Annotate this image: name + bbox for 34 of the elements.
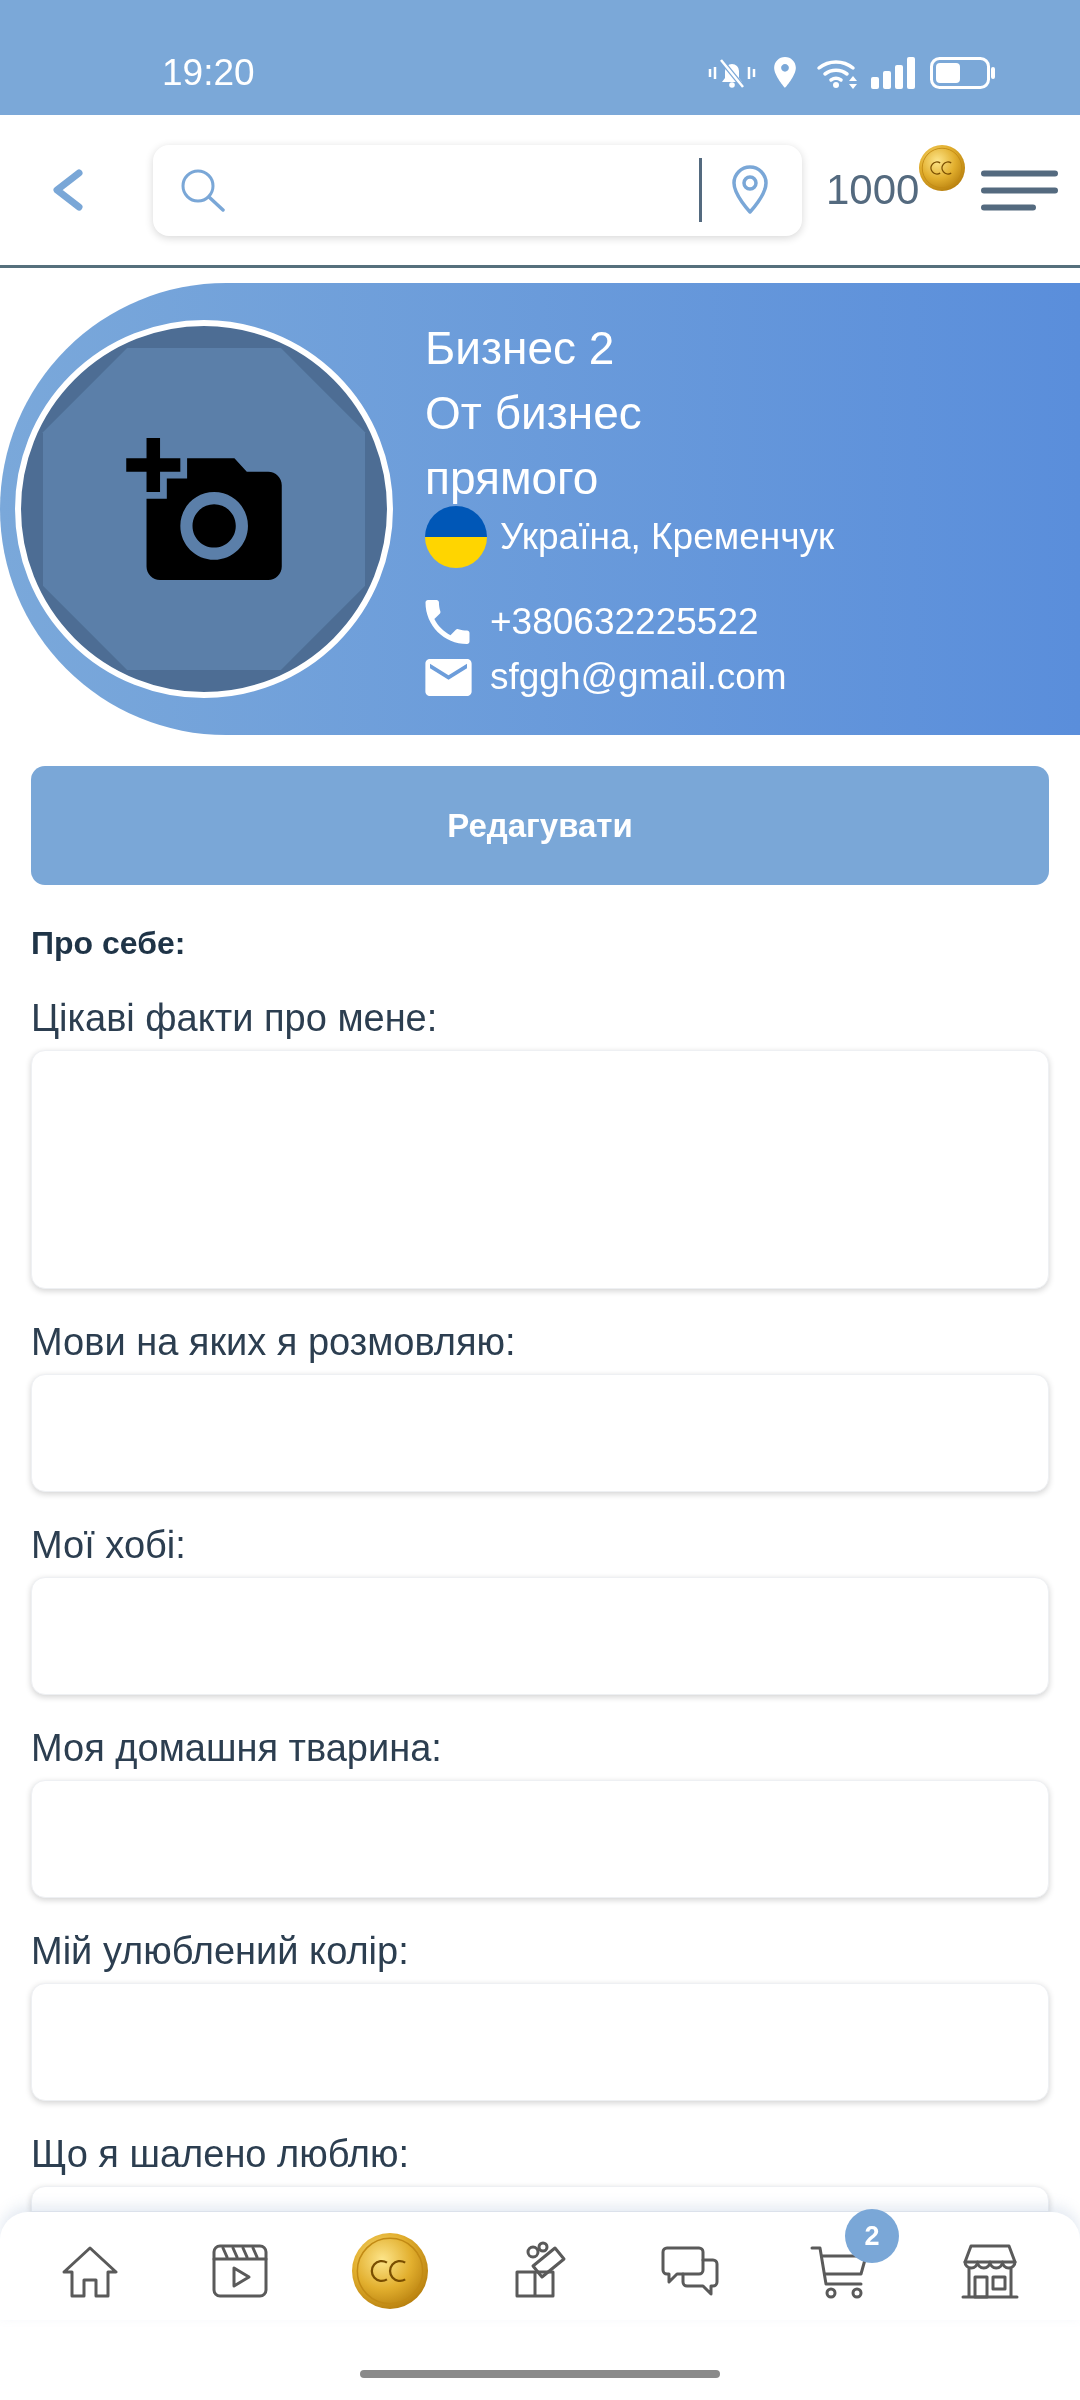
input-field[interactable]: [31, 1780, 1049, 1898]
edit-button[interactable]: Редагувати: [31, 766, 1049, 885]
business-name: Бизнес 2: [425, 321, 615, 376]
location-icon: [774, 57, 796, 88]
input-field[interactable]: [31, 2186, 1049, 2212]
business-description: От бизнес прямого: [425, 386, 643, 506]
phone-number: +380632225522: [490, 600, 759, 644]
coin-icon: [919, 145, 966, 191]
battery-icon: [930, 56, 995, 89]
input-field[interactable]: [31, 1374, 1049, 1492]
input-field[interactable]: [31, 1577, 1049, 1695]
ukraine-flag-icon: [425, 506, 487, 568]
count-badge: 2: [845, 2209, 899, 2263]
coin-icon[interactable]: [352, 2233, 428, 2309]
camera-plus-icon[interactable]: [126, 438, 282, 580]
location-text: Україна, Кременчук: [500, 515, 835, 559]
muted-bell-icon: [708, 56, 756, 89]
field-label: Моя домашня тварина:: [31, 1726, 442, 1770]
search-field[interactable]: [153, 144, 802, 236]
menu-icon[interactable]: [981, 169, 1059, 211]
field-label: Мої хобі:: [31, 1523, 186, 1567]
field-label: Цікаві факти про мене:: [31, 996, 438, 1040]
field-label: Що я шалено люблю:: [31, 2132, 409, 2176]
mail-icon: [425, 658, 472, 696]
field-label: Мій улюблений колір:: [31, 1929, 409, 1973]
email-address: sfggh@gmail.com: [490, 655, 787, 699]
status-time: 19:20: [162, 50, 255, 95]
phone-icon: [425, 600, 470, 644]
signal-icon: [871, 56, 915, 89]
input-field[interactable]: [31, 1983, 1049, 2101]
coin-balance: 1000: [826, 167, 920, 213]
search-icon: [180, 168, 226, 212]
section-heading: Про себе:: [31, 924, 186, 963]
field-label: Мови на яких я розмовляю:: [31, 1320, 516, 1364]
